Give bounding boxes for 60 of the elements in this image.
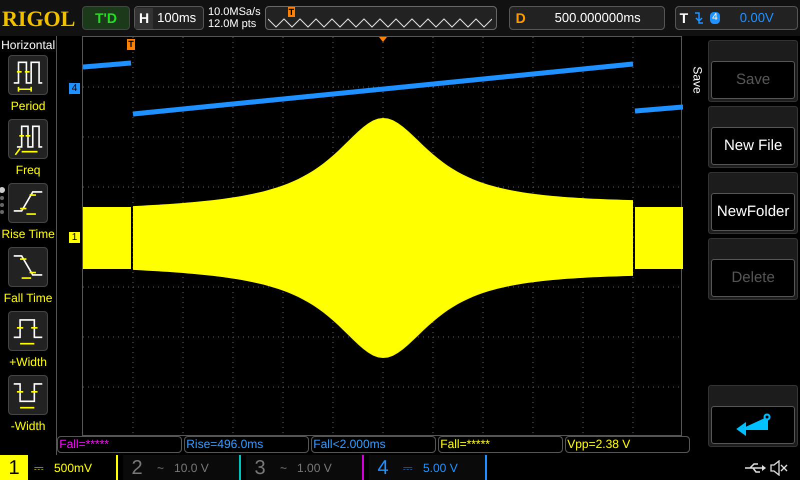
trigger-time-marker: T xyxy=(127,39,135,50)
delay-label: D xyxy=(514,8,527,28)
measurement-readout: Fall=***** xyxy=(438,436,564,453)
channel-tab[interactable]: 2 ~ 10.0 V xyxy=(123,455,241,480)
measure-label: -Width xyxy=(10,418,46,435)
measurement-readout: Vpp=2.38 V xyxy=(565,436,690,453)
trigger-field[interactable]: T 4 0.00V xyxy=(674,6,798,30)
softkey-button[interactable]: New File xyxy=(711,127,795,165)
softkey-button[interactable]: NewFolder xyxy=(711,193,795,231)
horizontal-label: H xyxy=(135,8,154,28)
menu-title: Horizontal xyxy=(1,37,56,53)
run-status[interactable]: T'D xyxy=(82,6,130,30)
scale-value: 10.0 V xyxy=(174,460,209,476)
delay-field[interactable]: D 500.000000ms xyxy=(508,6,665,30)
measure-label: Rise Time xyxy=(1,226,55,243)
horizontal-value: 100ms xyxy=(156,9,198,28)
trigger-level: 0.00V xyxy=(740,9,774,28)
channel-tab[interactable]: 1 ⎓ 500mV xyxy=(0,455,118,480)
trigger-source: 4 xyxy=(710,12,720,24)
return-button[interactable] xyxy=(711,406,795,444)
overview-trigger-marker: T xyxy=(288,7,296,17)
coupling-symbol: ~ xyxy=(280,460,288,476)
scale-value: 5.00 V xyxy=(423,460,458,476)
measure-button[interactable] xyxy=(8,119,48,159)
measure-label: Fall Time xyxy=(4,290,52,307)
measurement-readout: Fall<2.000ms xyxy=(311,436,436,453)
trigger-label: T xyxy=(680,8,688,28)
channel-number: 4 xyxy=(376,456,390,480)
measurement-readout: Rise=496.0ms xyxy=(184,436,310,453)
measurement-readout: Fall=***** xyxy=(57,436,182,453)
speaker-muted-icon xyxy=(770,460,788,476)
measure-button[interactable] xyxy=(8,311,48,351)
measure-label: +Width xyxy=(9,354,47,371)
measure-label: Period xyxy=(10,98,46,115)
measure-button[interactable] xyxy=(8,247,48,287)
measure-label: Freq xyxy=(16,162,40,179)
measure-button[interactable] xyxy=(8,375,48,415)
coupling-symbol: ⎓ xyxy=(34,460,44,476)
brand-logo: RIGOL xyxy=(2,4,76,32)
coupling-symbol: ~ xyxy=(157,460,164,476)
channel-tab[interactable]: 3 ~ 1.00 V xyxy=(246,455,364,480)
channel-number: 3 xyxy=(253,456,267,480)
sample-rate: 10.0MSa/s xyxy=(208,6,261,18)
scale-value: 1.00 V xyxy=(297,460,332,476)
coupling-symbol: ⎓ xyxy=(403,460,413,476)
measure-button[interactable] xyxy=(8,183,48,223)
falling-edge-icon xyxy=(694,11,704,25)
channel-marker: 4 xyxy=(68,83,80,94)
channel-number: 1 xyxy=(7,456,21,480)
waveform-overview[interactable]: T xyxy=(264,6,497,30)
scale-value: 500mV xyxy=(54,460,92,476)
delay-value: 500.000000ms xyxy=(554,9,642,28)
softkey-title: Save xyxy=(694,66,706,94)
channel-number: 2 xyxy=(130,456,144,480)
memory-depth: 12.0M pts xyxy=(208,18,258,30)
usb-icon xyxy=(744,462,766,474)
channel-tab[interactable]: 4 ⎓ 5.00 V xyxy=(369,455,487,480)
horizontal-scale[interactable]: H 100ms xyxy=(134,6,204,30)
channel-marker: 1 xyxy=(68,232,80,243)
measure-button[interactable] xyxy=(8,55,48,95)
